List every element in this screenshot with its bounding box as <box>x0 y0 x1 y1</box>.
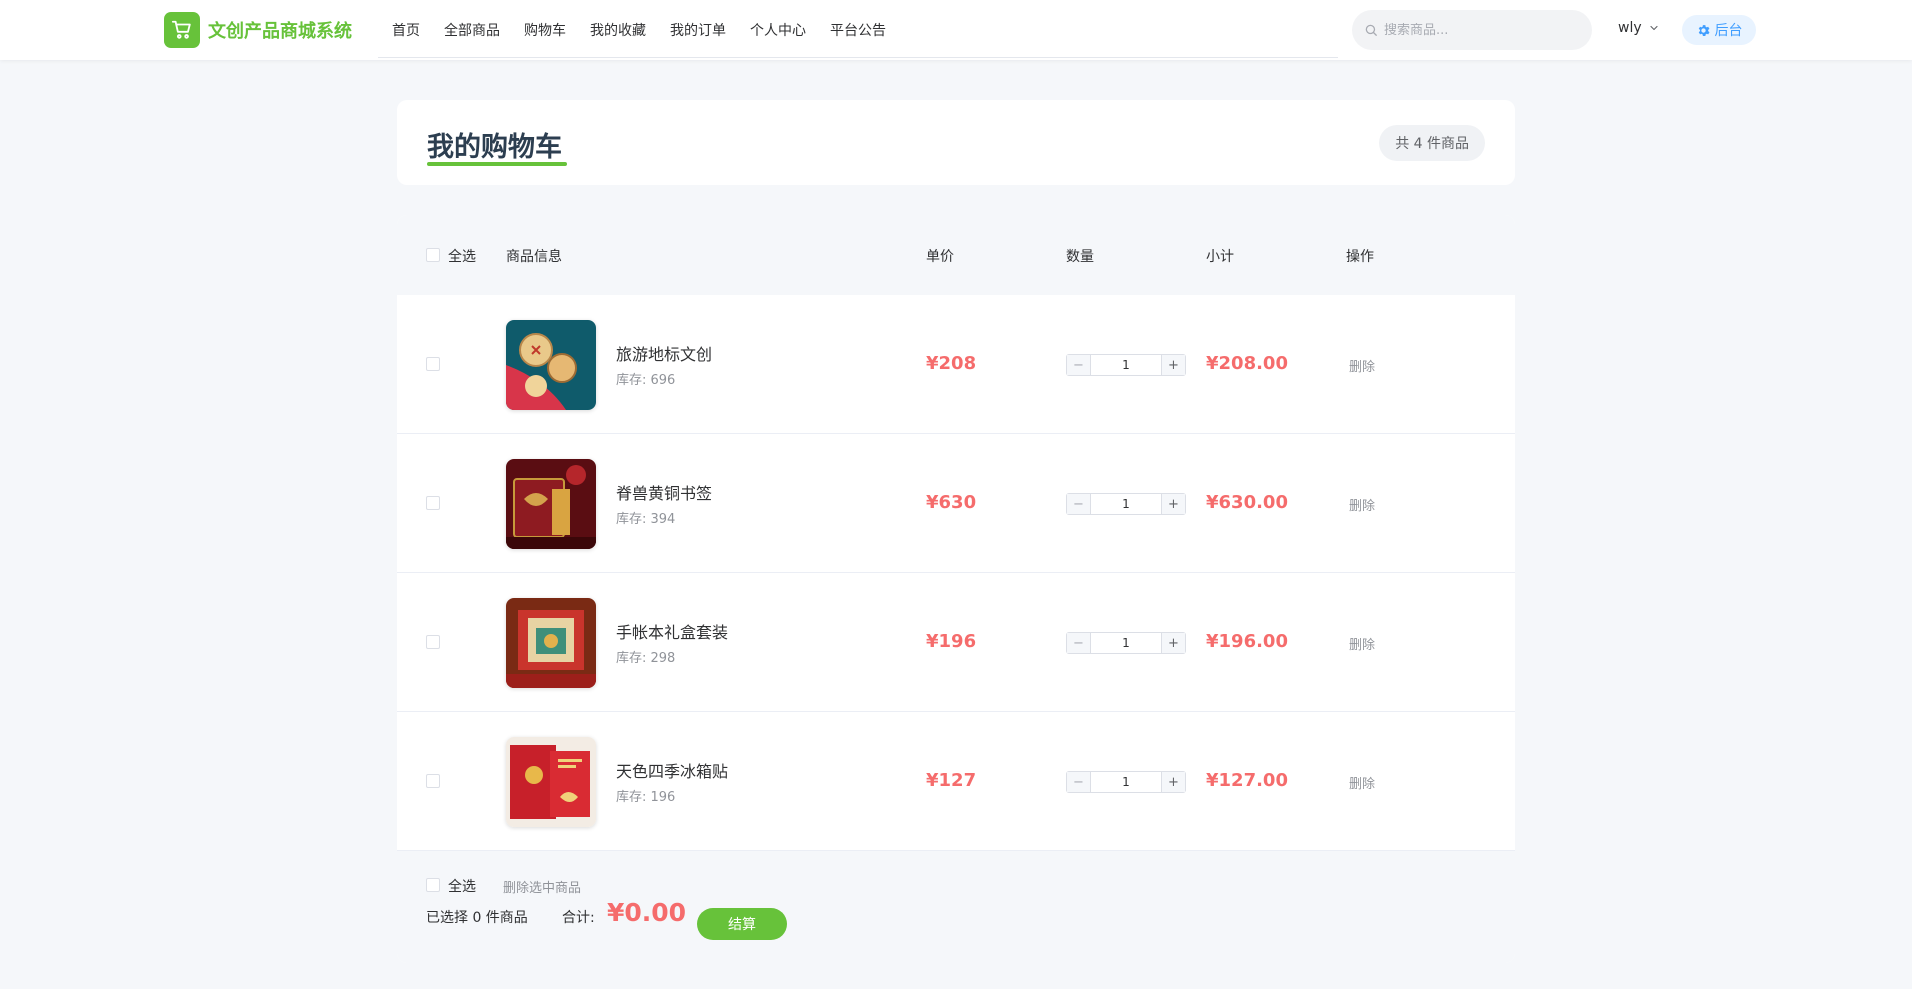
column-quantity: 数量 <box>1066 249 1094 265</box>
search-box <box>1352 10 1592 50</box>
selected-count: 已选择 0 件商品 <box>426 910 528 926</box>
column-action: 操作 <box>1346 249 1374 265</box>
footer-select-all-label: 全选 <box>448 879 476 895</box>
unit-price: ¥208 <box>926 353 977 374</box>
decrease-button[interactable]: − <box>1067 355 1091 375</box>
product-image[interactable] <box>506 598 596 688</box>
cart-row: 天色四季冰箱贴 库存: 196 ¥127 − 1 + ¥127.00 删除 <box>397 712 1515 851</box>
row-subtotal: ¥208.00 <box>1206 353 1288 374</box>
cart-footer: 全选 删除选中商品 已选择 0 件商品 合计: ¥0.00 <box>397 851 1515 963</box>
nav-favorites[interactable]: 我的收藏 <box>590 20 646 40</box>
cart-row: 脊兽黄铜书签 库存: 394 ¥630 − 1 + ¥630.00 删除 <box>397 434 1515 573</box>
product-stock: 库存: 696 <box>616 373 676 388</box>
nav-profile[interactable]: 个人中心 <box>750 20 806 40</box>
select-all-checkbox[interactable] <box>426 248 440 262</box>
quantity-input[interactable]: 1 <box>1091 494 1161 514</box>
increase-button[interactable]: + <box>1161 633 1185 653</box>
nav-cart[interactable]: 购物车 <box>524 20 566 40</box>
column-subtotal: 小计 <box>1206 249 1234 265</box>
nav-divider <box>378 57 1338 58</box>
row-subtotal: ¥196.00 <box>1206 631 1288 652</box>
product-name[interactable]: 天色四季冰箱贴 <box>616 758 728 782</box>
top-header: 文创产品商城系统 首页 全部商品 购物车 我的收藏 我的订单 个人中心 平台公告… <box>0 0 1912 60</box>
cart-row: 旅游地标文创 库存: 696 ¥208 − 1 + ¥208.00 删除 <box>397 295 1515 434</box>
title-card: 我的购物车 共 4 件商品 <box>397 100 1515 185</box>
product-stock: 库存: 298 <box>616 651 676 666</box>
decrease-button[interactable]: − <box>1067 772 1091 792</box>
row-checkbox[interactable] <box>426 774 440 788</box>
quantity-stepper: − 1 + <box>1066 771 1186 793</box>
total-label: 合计: <box>562 910 595 926</box>
admin-button[interactable]: 后台 <box>1682 15 1756 45</box>
logo[interactable]: 文创产品商城系统 <box>164 12 352 48</box>
nav-home[interactable]: 首页 <box>392 20 420 40</box>
quantity-input[interactable]: 1 <box>1091 772 1161 792</box>
product-stock: 库存: 394 <box>616 512 676 527</box>
delete-selected-button[interactable]: 删除选中商品 <box>503 877 581 896</box>
quantity-stepper: − 1 + <box>1066 632 1186 654</box>
product-stock: 库存: 196 <box>616 790 676 805</box>
unit-price: ¥630 <box>926 492 977 513</box>
product-image[interactable] <box>506 459 596 549</box>
title-underline <box>427 162 567 166</box>
decrease-button[interactable]: − <box>1067 494 1091 514</box>
unit-price: ¥127 <box>926 770 977 791</box>
decrease-button[interactable]: − <box>1067 633 1091 653</box>
column-price: 单价 <box>926 249 954 265</box>
product-image[interactable] <box>506 320 596 410</box>
product-name[interactable]: 脊兽黄铜书签 <box>616 480 712 504</box>
delete-button[interactable]: 删除 <box>1349 495 1375 514</box>
cart-logo-icon <box>164 12 200 48</box>
delete-button[interactable]: 删除 <box>1349 634 1375 653</box>
row-subtotal: ¥127.00 <box>1206 770 1288 791</box>
quantity-stepper: − 1 + <box>1066 354 1186 376</box>
chevron-down-icon <box>1650 25 1658 31</box>
increase-button[interactable]: + <box>1161 494 1185 514</box>
total-value: ¥0.00 <box>607 898 687 927</box>
logo-text: 文创产品商城系统 <box>208 21 352 42</box>
admin-label: 后台 <box>1714 23 1743 39</box>
footer-select-all-checkbox[interactable] <box>426 878 440 892</box>
unit-price: ¥196 <box>926 631 977 652</box>
main-nav: 首页 全部商品 购物车 我的收藏 我的订单 个人中心 平台公告 <box>380 0 898 60</box>
quantity-input[interactable]: 1 <box>1091 633 1161 653</box>
column-info: 商品信息 <box>506 249 562 265</box>
row-checkbox[interactable] <box>426 635 440 649</box>
increase-button[interactable]: + <box>1161 772 1185 792</box>
page-title: 我的购物车 <box>427 132 562 163</box>
product-name[interactable]: 手帐本礼盒套装 <box>616 619 728 643</box>
username: wly <box>1618 20 1642 36</box>
delete-button[interactable]: 删除 <box>1349 773 1375 792</box>
product-image[interactable] <box>506 737 596 827</box>
delete-button[interactable]: 删除 <box>1349 356 1375 375</box>
row-checkbox[interactable] <box>426 357 440 371</box>
row-checkbox[interactable] <box>426 496 440 510</box>
quantity-input[interactable]: 1 <box>1091 355 1161 375</box>
search-input[interactable] <box>1384 22 1574 38</box>
quantity-stepper: − 1 + <box>1066 493 1186 515</box>
product-name[interactable]: 旅游地标文创 <box>616 341 712 365</box>
row-subtotal: ¥630.00 <box>1206 492 1288 513</box>
user-menu[interactable]: wly <box>1618 20 1660 36</box>
nav-announcements[interactable]: 平台公告 <box>830 20 886 40</box>
gear-icon <box>1698 24 1709 36</box>
cart-row: 手帐本礼盒套装 库存: 298 ¥196 − 1 + ¥196.00 删除 <box>397 573 1515 712</box>
item-count-badge: 共 4 件商品 <box>1379 125 1485 161</box>
cart-card: 全选 商品信息 单价 数量 小计 操作 旅游地标文创 库存: 696 ¥208 … <box>397 215 1515 963</box>
nav-all-products[interactable]: 全部商品 <box>444 20 500 40</box>
increase-button[interactable]: + <box>1161 355 1185 375</box>
cart-table-header: 全选 商品信息 单价 数量 小计 操作 <box>397 215 1515 295</box>
checkout-button[interactable]: 结算 <box>697 908 787 940</box>
nav-orders[interactable]: 我的订单 <box>670 20 726 40</box>
select-all-label: 全选 <box>448 249 476 265</box>
search-icon <box>1365 24 1377 36</box>
